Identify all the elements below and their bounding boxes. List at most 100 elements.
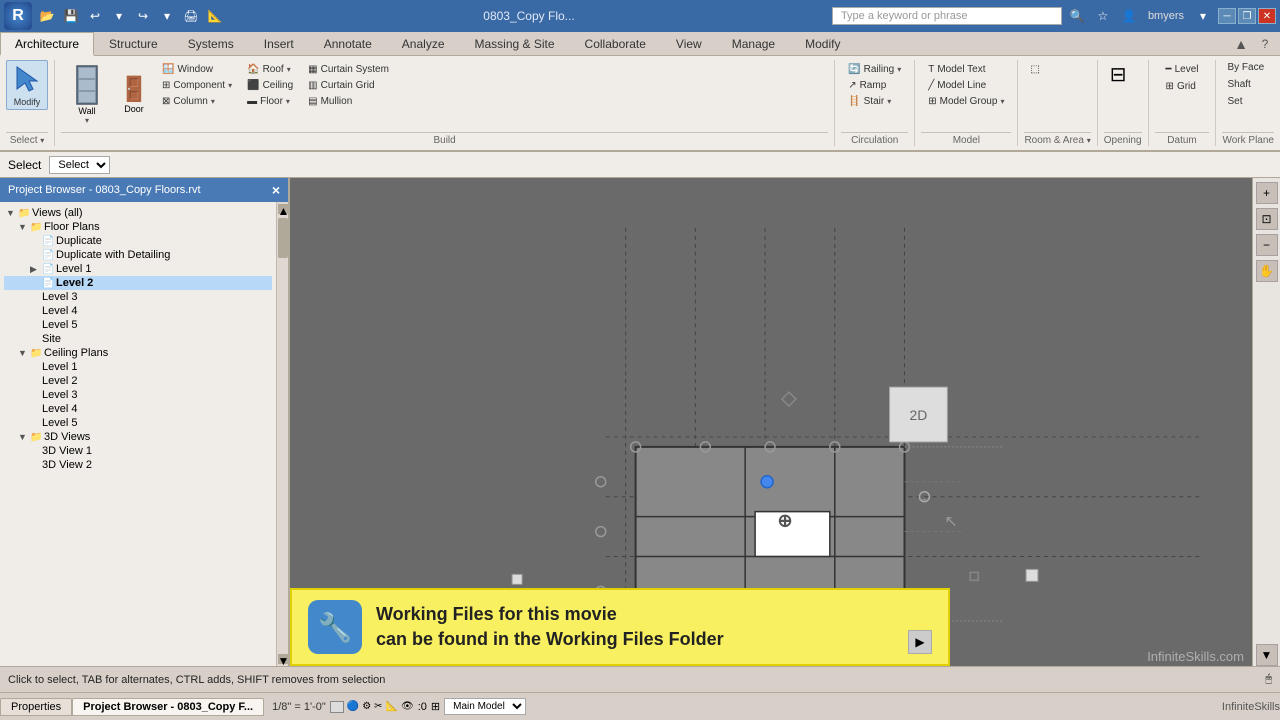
print-button[interactable]: 🖨 xyxy=(180,5,202,27)
zoom-out-btn[interactable]: − xyxy=(1256,234,1278,256)
workset-selector[interactable]: Main Model xyxy=(444,698,526,715)
select-dropdown-arrow[interactable]: ▾ xyxy=(40,136,44,145)
grid-icon: ⊞ xyxy=(1166,81,1174,92)
tree-cp-level4[interactable]: Level 4 xyxy=(4,402,272,416)
tree-level2[interactable]: 📄 Level 2 xyxy=(4,276,272,290)
railing-button[interactable]: 🔄 Railing ▾ xyxy=(843,62,906,77)
tab-modify[interactable]: Modify xyxy=(790,32,855,55)
column-button[interactable]: ⊠ Column ▾ xyxy=(157,94,237,109)
opening-button[interactable]: ⊟ xyxy=(1104,60,1133,89)
set-button[interactable]: Set xyxy=(1222,94,1269,109)
window-button[interactable]: 🪟 Window xyxy=(157,62,237,77)
help-button[interactable]: ? xyxy=(1254,33,1276,55)
roof-button[interactable]: 🏠 Roof ▾ xyxy=(242,62,298,77)
model-line-button[interactable]: ╱ Model Line xyxy=(923,78,1009,93)
tree-floor-plans[interactable]: ▼ 📁 Floor Plans xyxy=(4,220,272,234)
scroll-down-arrow[interactable]: ▼ xyxy=(278,654,288,664)
tree-cp-level2[interactable]: Level 2 xyxy=(4,374,272,388)
tree-level5[interactable]: Level 5 xyxy=(4,318,272,332)
zoom-in-btn[interactable]: + xyxy=(1256,182,1278,204)
detail-toggle[interactable]: 📐 xyxy=(386,701,398,712)
tree-duplicate-detailing[interactable]: 📄 Duplicate with Detailing xyxy=(4,248,272,262)
save-button[interactable]: 💾 xyxy=(60,5,82,27)
select-dropdown[interactable]: Select xyxy=(49,156,110,174)
tree-duplicate[interactable]: 📄 Duplicate xyxy=(4,234,272,248)
ramp-button[interactable]: ↗ Ramp xyxy=(843,78,906,93)
view-icon-l1: 📄 xyxy=(42,264,56,275)
by-face-button[interactable]: By Face xyxy=(1222,60,1269,75)
properties-tab[interactable]: Properties xyxy=(0,698,72,716)
redo-dropdown[interactable]: ▾ xyxy=(156,5,178,27)
curtain-grid-button[interactable]: ▥ Curtain Grid xyxy=(303,78,394,93)
hide-toggle[interactable]: 👁 xyxy=(401,701,414,712)
tree-3d-view2[interactable]: 3D View 2 xyxy=(4,458,272,472)
modify-button[interactable]: Modify xyxy=(6,60,48,110)
tab-structure[interactable]: Structure xyxy=(94,32,173,55)
tree-3d-view1[interactable]: 3D View 1 xyxy=(4,444,272,458)
scrollbar[interactable]: ▲ ▼ xyxy=(276,202,288,666)
close-button[interactable]: ✕ xyxy=(1258,8,1276,24)
ribbon-content: Modify Select ▾ xyxy=(0,56,1280,152)
tab-massing[interactable]: Massing & Site xyxy=(460,32,570,55)
bookmark-icon[interactable]: ☆ xyxy=(1092,5,1114,27)
level-button[interactable]: ━ Level xyxy=(1161,62,1204,77)
tab-systems[interactable]: Systems xyxy=(173,32,249,55)
tab-architecture[interactable]: Architecture xyxy=(0,32,94,56)
thin-lines-toggle[interactable]: 🔵 xyxy=(347,701,359,712)
grid-button[interactable]: ⊞ Grid xyxy=(1161,79,1204,94)
room-area-button[interactable]: ⬚ xyxy=(1026,62,1043,77)
ceiling-button[interactable]: ⬛ Ceiling xyxy=(242,78,298,93)
tab-view[interactable]: View xyxy=(661,32,717,55)
tree-cp-level3[interactable]: Level 3 xyxy=(4,388,272,402)
project-browser-close[interactable]: × xyxy=(272,182,280,198)
scroll-right[interactable]: ▼ xyxy=(1256,644,1278,666)
wall-button[interactable]: Wall ▾ xyxy=(61,60,113,128)
user-icon[interactable]: 👤 xyxy=(1118,5,1140,27)
tab-collaborate[interactable]: Collaborate xyxy=(570,32,661,55)
search-box[interactable]: Type a keyword or phrase xyxy=(832,7,1062,25)
tab-insert[interactable]: Insert xyxy=(249,32,309,55)
tab-annotate[interactable]: Annotate xyxy=(309,32,387,55)
ribbon-toggle[interactable]: ▲ xyxy=(1230,33,1252,55)
minimize-button[interactable]: ─ xyxy=(1218,8,1236,24)
tree-level4[interactable]: Level 4 xyxy=(4,304,272,318)
redo-button[interactable]: ↪ xyxy=(132,5,154,27)
floor-button[interactable]: ▬ Floor ▾ xyxy=(242,94,298,109)
tree-views-all[interactable]: ▼ 📁 Views (all) xyxy=(4,206,272,220)
model-text-button[interactable]: T Model Text xyxy=(923,62,1009,77)
component-button[interactable]: ⊞ Component ▾ xyxy=(157,78,237,93)
scroll-thumb[interactable] xyxy=(278,218,288,258)
scroll-up-arrow[interactable]: ▲ xyxy=(278,204,288,214)
tree-site[interactable]: Site xyxy=(4,332,272,346)
zoom-extent-btn[interactable]: ⊡ xyxy=(1256,208,1278,230)
settings-dropdown[interactable]: ▾ xyxy=(1192,5,1214,27)
pan-btn[interactable]: ✋ xyxy=(1256,260,1278,282)
restore-button[interactable]: ❐ xyxy=(1238,8,1256,24)
notification-dismiss[interactable]: ▶ xyxy=(908,630,932,654)
crop-toggle[interactable]: ✂ xyxy=(374,701,382,712)
measure-button[interactable]: 📐 xyxy=(204,5,226,27)
tree-cp-level5[interactable]: Level 5 xyxy=(4,416,272,430)
shaft-button[interactable]: Shaft xyxy=(1222,77,1269,92)
undo-button[interactable]: ↩ xyxy=(84,5,106,27)
door-button[interactable]: 🚪 Door xyxy=(114,60,154,128)
open-button[interactable]: 📂 xyxy=(36,5,58,27)
mullion-button[interactable]: ▤ Mullion xyxy=(303,94,394,109)
tree-3d-views[interactable]: ▼ 📁 3D Views xyxy=(4,430,272,444)
border-toggle[interactable] xyxy=(330,701,344,713)
model-group-button[interactable]: ⊞ Model Group ▾ xyxy=(923,94,1009,109)
tree-level3[interactable]: Level 3 xyxy=(4,290,272,304)
shadows-toggle[interactable]: ⚙ xyxy=(362,701,371,712)
wall-dropdown[interactable]: ▾ xyxy=(85,116,89,125)
tree-level1[interactable]: ▶ 📄 Level 1 xyxy=(4,262,272,276)
tree-ceiling-plans[interactable]: ▼ 📁 Ceiling Plans xyxy=(4,346,272,360)
tab-analyze[interactable]: Analyze xyxy=(387,32,460,55)
project-browser-tab[interactable]: Project Browser - 0803_Copy F... xyxy=(72,698,264,716)
undo-dropdown[interactable]: ▾ xyxy=(108,5,130,27)
search-icon[interactable]: 🔍 xyxy=(1066,5,1088,27)
project-browser-content: ▼ 📁 Views (all) ▼ 📁 Floor Plans 📄 Duplic… xyxy=(0,202,276,666)
stair-button[interactable]: 🪜 Stair ▾ xyxy=(843,94,906,109)
tab-manage[interactable]: Manage xyxy=(717,32,790,55)
curtain-system-button[interactable]: ▦ Curtain System xyxy=(303,62,394,77)
tree-cp-level1[interactable]: Level 1 xyxy=(4,360,272,374)
